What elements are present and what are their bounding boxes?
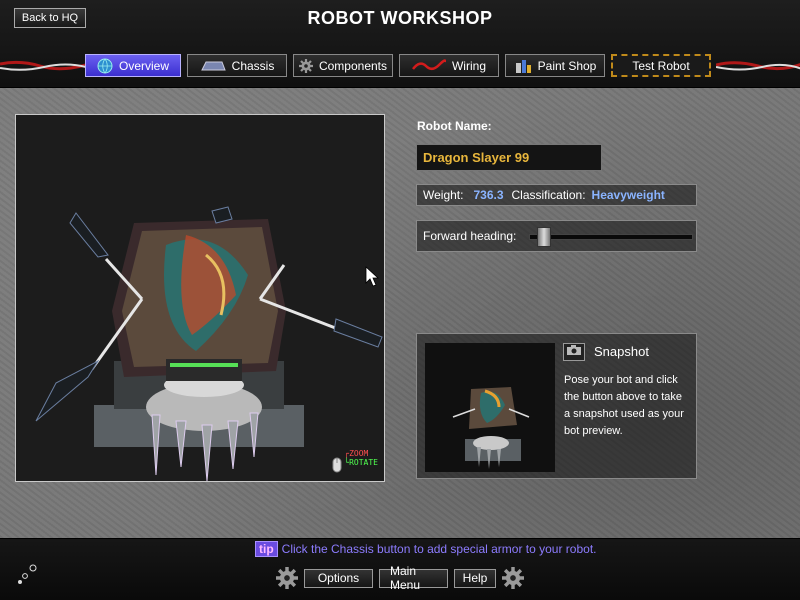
weight-value: 736.3 xyxy=(473,188,504,202)
heading-slider-track[interactable] xyxy=(529,234,693,240)
rotate-label: ROTATE xyxy=(349,458,378,467)
zoom-label: ZOOM xyxy=(349,449,369,458)
chassis-icon xyxy=(200,59,226,73)
globe-icon xyxy=(97,58,113,74)
forward-heading-control: Forward heading: xyxy=(416,220,697,252)
weight-label: Weight: xyxy=(423,188,464,202)
tip-message: tip Click the Chassis button to add spec… xyxy=(255,541,597,557)
classification-label: Classification: xyxy=(511,188,586,202)
classification-value: Heavyweight xyxy=(591,188,665,202)
gear-icon xyxy=(276,567,298,589)
loading-spinner-icon xyxy=(18,564,37,584)
heading-slider-thumb[interactable] xyxy=(536,227,551,247)
view-controls-legend: ┌ZOOM └ROTATE xyxy=(344,449,378,467)
camera-icon xyxy=(566,343,582,361)
tab-paint-shop[interactable]: Paint Shop xyxy=(505,54,605,77)
tab-test-robot[interactable]: Test Robot xyxy=(611,54,711,77)
main-menu-button[interactable]: Main Menu xyxy=(379,564,448,592)
page-title: ROBOT WORKSHOP xyxy=(307,8,493,28)
snapshot-preview xyxy=(425,343,555,472)
tab-components[interactable]: Components xyxy=(293,54,393,77)
back-to-hq-button[interactable]: Back to HQ xyxy=(14,8,86,28)
cable-decoration-right xyxy=(716,61,800,71)
robot-name-label: Robot Name: xyxy=(417,119,492,133)
tip-text: Click the Chassis button to add special … xyxy=(281,542,597,556)
wire-icon xyxy=(411,58,446,73)
robot-name-input[interactable]: Dragon Slayer 99 xyxy=(416,144,602,171)
snapshot-camera-button[interactable] xyxy=(563,343,585,361)
tip-badge: tip xyxy=(255,541,278,557)
options-button[interactable]: Options xyxy=(304,568,373,588)
paint-icon xyxy=(514,57,532,75)
cable-decoration-left xyxy=(0,60,86,71)
mouse-icon xyxy=(332,457,342,473)
tab-chassis[interactable]: Chassis xyxy=(187,54,287,77)
weight-classification-bar: Weight: 736.3 Classification: Heavyweigh… xyxy=(416,184,697,206)
tab-overview[interactable]: Overview xyxy=(85,54,181,77)
gear-icon xyxy=(502,567,524,589)
gear-icon xyxy=(298,58,313,73)
robot-3d-viewport[interactable]: ┌ZOOM └ROTATE xyxy=(15,114,385,482)
snapshot-title: Snapshot xyxy=(594,344,649,359)
tab-wiring[interactable]: Wiring xyxy=(399,54,499,77)
help-button[interactable]: Help xyxy=(454,568,496,588)
robot-render xyxy=(35,206,383,481)
forward-heading-label: Forward heading: xyxy=(423,229,517,243)
snapshot-description: Pose your bot and click the button above… xyxy=(564,374,684,437)
footer-buttons: Options Main Menu Help xyxy=(276,564,524,592)
workshop-tabs: Overview Chassis Components Wiring Paint… xyxy=(85,54,711,77)
snapshot-panel: Snapshot Pose your bot and click the but… xyxy=(416,333,697,479)
